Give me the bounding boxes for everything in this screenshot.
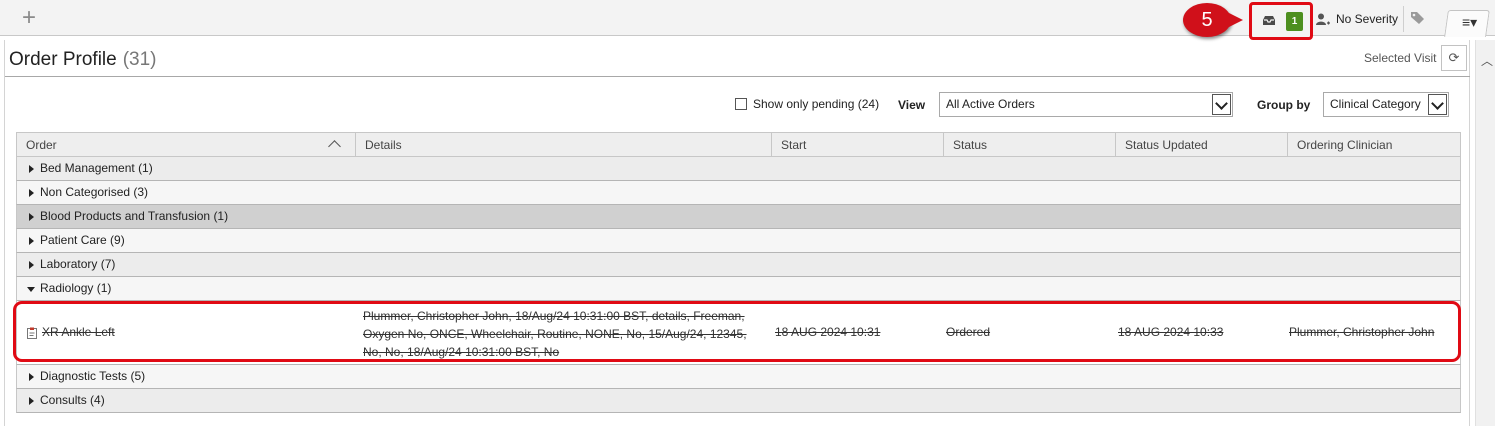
collapse-triangle-icon[interactable] — [27, 287, 35, 292]
orders-table: Order Details Start Status Status Update… — [16, 132, 1461, 413]
step-callout-arrow — [1227, 12, 1243, 28]
top-toolbar: + 5 1 No Severity ≡▾ — [0, 0, 1495, 40]
group-by-select[interactable]: Clinical Category — [1323, 92, 1449, 117]
refresh-button[interactable]: ⟳ — [1441, 45, 1467, 71]
severity-label: No Severity — [1336, 12, 1399, 26]
group-by-select-value: Clinical Category — [1330, 97, 1421, 111]
group-row-patient-care[interactable]: Patient Care (9) — [16, 229, 1461, 253]
expand-triangle-icon[interactable] — [29, 165, 34, 173]
group-row-blood-products[interactable]: Blood Products and Transfusion (1) — [16, 205, 1461, 229]
group-by-label: Group by — [1257, 98, 1311, 112]
view-label: View — [898, 98, 926, 112]
title-divider — [5, 76, 1470, 77]
pending-checkbox[interactable] — [735, 98, 747, 110]
inbox-button[interactable]: 1 — [1249, 2, 1313, 40]
group-row-radiology[interactable]: Radiology (1) — [16, 277, 1461, 301]
column-header-details[interactable]: Details — [355, 133, 771, 157]
expand-triangle-icon[interactable] — [29, 237, 34, 245]
inbox-icon — [1263, 16, 1275, 25]
sort-up-icon[interactable] — [328, 140, 341, 153]
dropdown-caret-icon[interactable] — [1212, 94, 1231, 115]
expand-triangle-icon[interactable] — [29, 397, 34, 405]
dropdown-caret-icon[interactable] — [1428, 94, 1447, 115]
tag-icon[interactable] — [1410, 11, 1426, 25]
menu-icon[interactable]: ≡▾ — [1462, 14, 1477, 31]
scroll-up-icon[interactable]: ︿ — [1481, 52, 1493, 69]
expand-triangle-icon[interactable] — [29, 213, 34, 221]
selected-visit-label: Selected Visit — [1364, 51, 1437, 65]
column-header-order[interactable]: Order — [17, 133, 355, 157]
order-name[interactable]: XR Ankle Left — [42, 325, 115, 339]
step-callout-number: 5 — [1183, 3, 1231, 37]
severity-selector[interactable]: No Severity — [1316, 10, 1398, 28]
add-button[interactable]: + — [16, 4, 42, 32]
order-status: Ordered — [946, 325, 991, 339]
group-row-diagnostic-tests[interactable]: Diagnostic Tests (5) — [16, 365, 1461, 389]
order-count: (31) — [122, 49, 157, 70]
inbox-count-badge: 1 — [1286, 12, 1303, 31]
group-row-bed-management[interactable]: Bed Management (1) — [16, 157, 1461, 181]
page-title: Order Profile (31) — [9, 49, 157, 71]
group-row-non-categorised[interactable]: Non Categorised (3) — [16, 181, 1461, 205]
pending-label: Show only pending (24) — [753, 97, 880, 111]
column-header-status[interactable]: Status — [943, 133, 1115, 157]
refresh-icon: ⟳ — [1448, 50, 1460, 65]
group-row-consults[interactable]: Consults (4) — [16, 389, 1461, 413]
order-document-icon — [27, 327, 37, 339]
group-row-laboratory[interactable]: Laboratory (7) — [16, 253, 1461, 277]
order-details: Plummer, Christopher John, 18/Aug/24 10:… — [363, 309, 747, 359]
vertical-scrollbar[interactable]: ︿ — [1475, 40, 1495, 426]
table-header: Order Details Start Status Status Update… — [16, 132, 1461, 157]
column-header-status-updated[interactable]: Status Updated — [1115, 133, 1287, 157]
person-icon — [1316, 13, 1330, 25]
view-select-value: All Active Orders — [946, 97, 1035, 111]
page-title-text: Order Profile — [9, 49, 117, 70]
order-start: 18 AUG 2024 10:31 — [775, 325, 881, 339]
expand-triangle-icon[interactable] — [29, 373, 34, 381]
expand-triangle-icon[interactable] — [29, 261, 34, 269]
order-status-updated: 18 AUG 2024 10:33 — [1118, 325, 1224, 339]
view-select[interactable]: All Active Orders — [939, 92, 1233, 117]
toolbar-divider — [1403, 6, 1404, 32]
plus-icon: + — [21, 4, 36, 31]
order-row-xr-ankle-left[interactable]: XR Ankle Left Plummer, Christopher John,… — [16, 301, 1461, 365]
pending-filter[interactable]: Show only pending (24) — [735, 97, 879, 111]
step-callout: 5 — [1183, 3, 1245, 37]
expand-triangle-icon[interactable] — [29, 189, 34, 197]
column-header-start[interactable]: Start — [771, 133, 943, 157]
column-header-ordering-clinician[interactable]: Ordering Clinician — [1287, 133, 1460, 157]
order-clinician: Plummer, Christopher John — [1289, 325, 1435, 339]
